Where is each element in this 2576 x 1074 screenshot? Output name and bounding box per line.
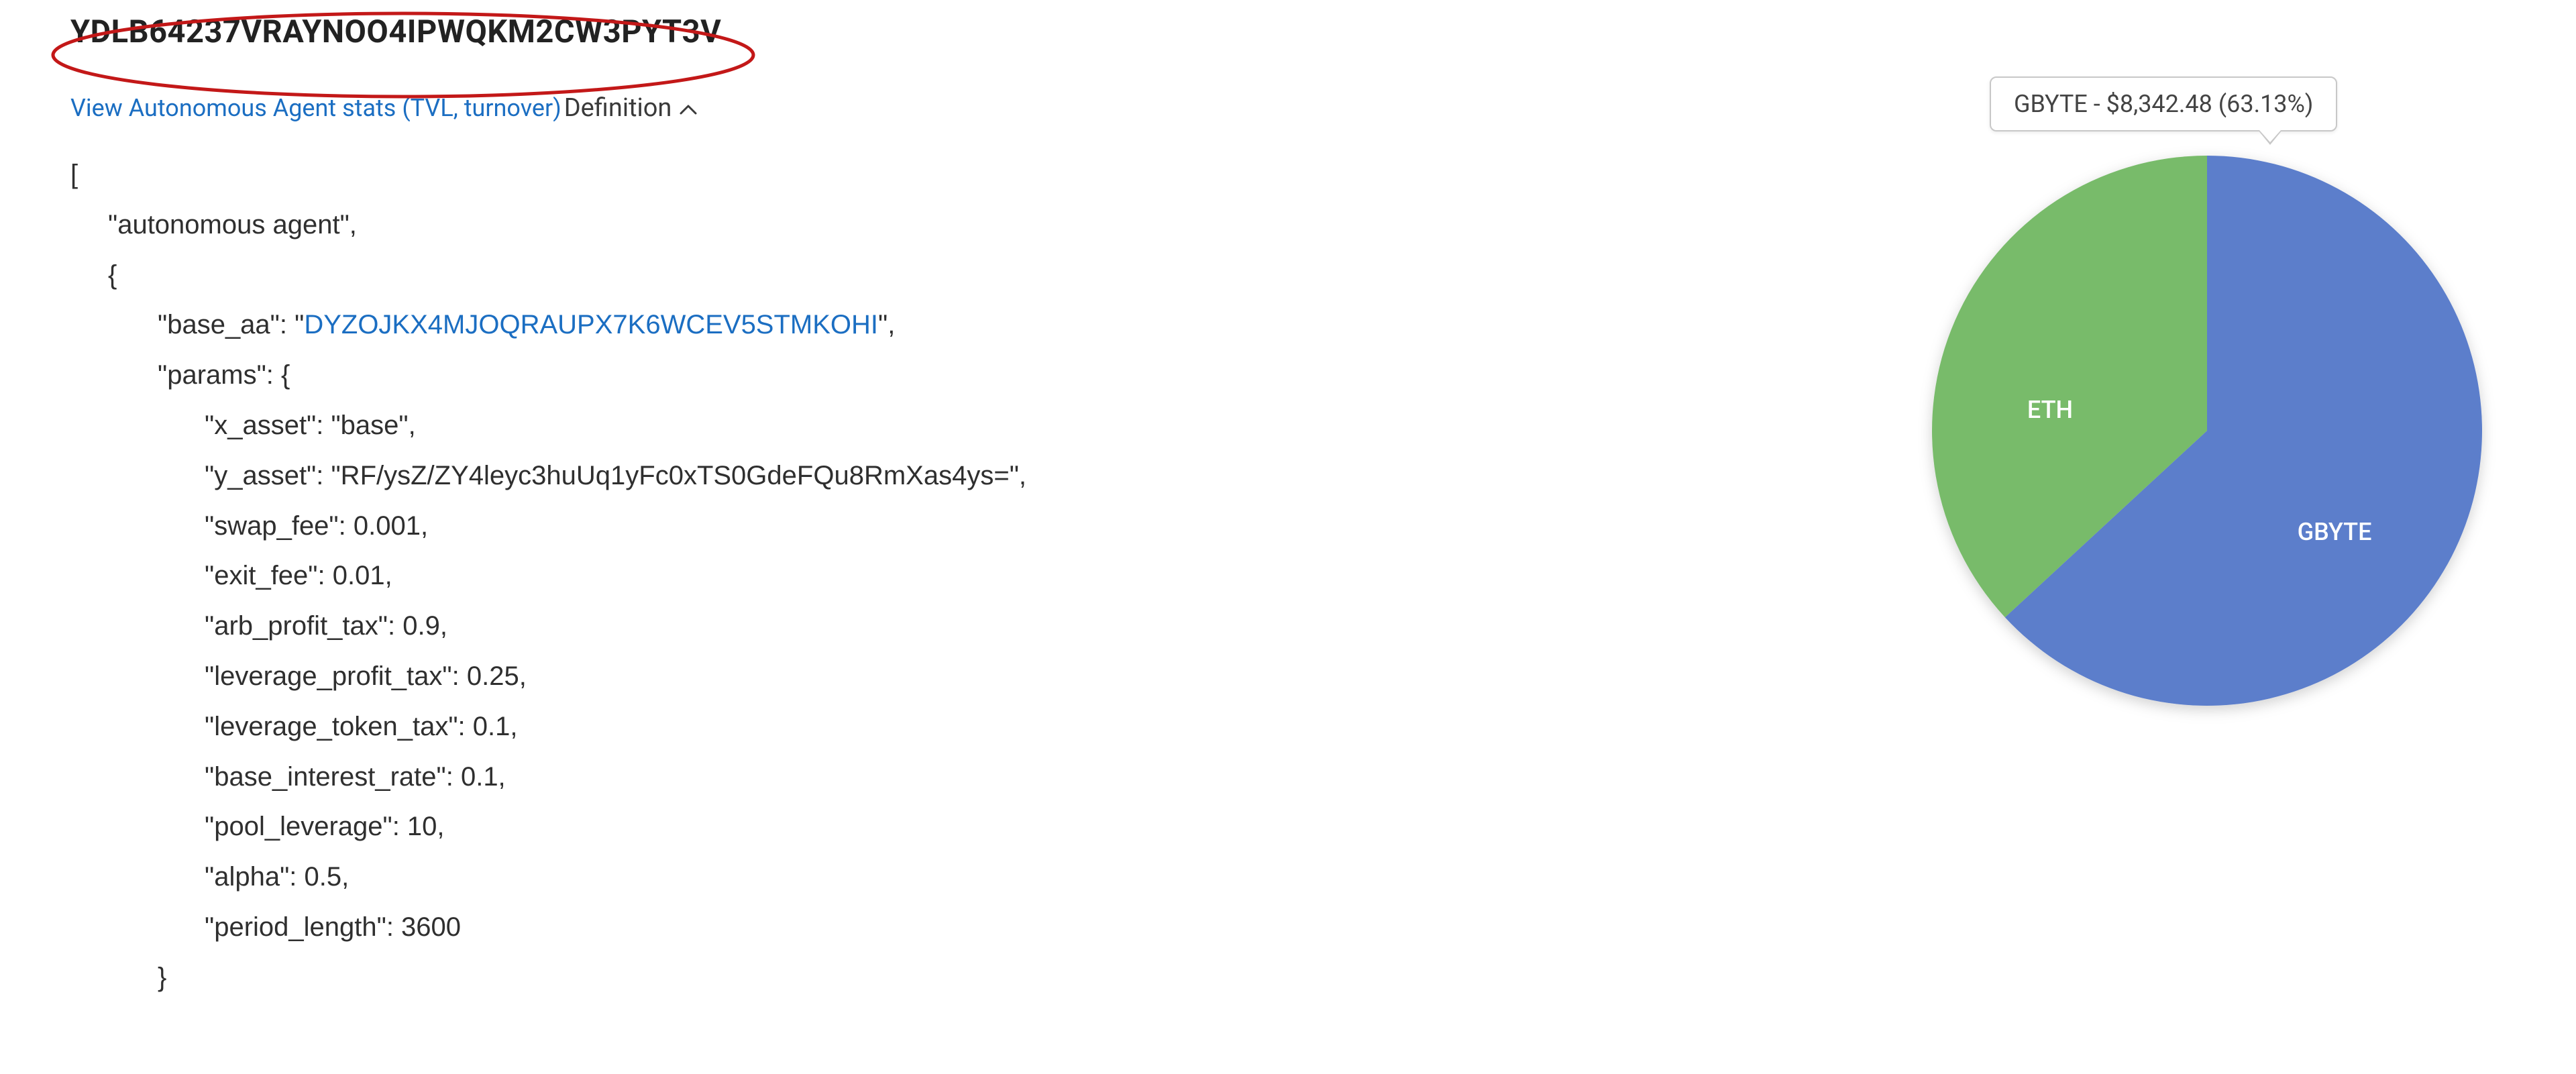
code-line: "leverage_token_tax": 0.1, xyxy=(70,702,1613,752)
code-line: "pool_leverage": 10, xyxy=(70,802,1613,852)
definition-toggle[interactable]: Definition xyxy=(564,93,698,123)
base-aa-link[interactable]: DYZOJKX4MJOQRAUPX7K6WCEV5STMKOHI xyxy=(304,310,878,339)
code-line: "exit_fee": 0.01, xyxy=(70,551,1613,601)
base-aa-key: "base_aa": " xyxy=(158,310,304,339)
pie-svg xyxy=(1912,136,2502,726)
agent-address: YDLB64237VRAYNOO4IPWQKM2CW3PYT3V xyxy=(70,13,1613,50)
code-line: "swap_fee": 0.001, xyxy=(70,501,1613,551)
code-line: "base_aa": "DYZOJKX4MJOQRAUPX7K6WCEV5STM… xyxy=(70,300,1613,350)
chart-tooltip: GBYTE - $8,342.48 (63.13%) xyxy=(1990,76,2337,131)
code-line: } xyxy=(70,953,1613,1003)
code-line: "y_asset": "RF/ysZ/ZY4leyc3huUq1yFc0xTS0… xyxy=(70,451,1613,501)
definition-toggle-label: Definition xyxy=(564,93,672,123)
view-stats-link[interactable]: View Autonomous Agent stats (TVL, turnov… xyxy=(70,94,561,122)
code-line: "arb_profit_tax": 0.9, xyxy=(70,601,1613,651)
code-line: "alpha": 0.5, xyxy=(70,852,1613,902)
definition-body: [ "autonomous agent", { "base_aa": "DYZO… xyxy=(70,150,1613,1003)
code-line: "base_interest_rate": 0.1, xyxy=(70,752,1613,802)
base-aa-after: ", xyxy=(878,310,895,339)
code-line: { xyxy=(70,250,1613,301)
code-line: "params": { xyxy=(70,350,1613,400)
code-line: [ xyxy=(70,150,1613,200)
balance-pie-chart: GBYTE - $8,342.48 (63.13%) ETH GBYTE xyxy=(1912,74,2502,664)
chevron-up-icon xyxy=(680,93,697,123)
code-line: "leverage_profit_tax": 0.25, xyxy=(70,651,1613,702)
code-line: "autonomous agent", xyxy=(70,200,1613,250)
code-line: "period_length": 3600 xyxy=(70,902,1613,953)
code-line: "x_asset": "base", xyxy=(70,400,1613,451)
